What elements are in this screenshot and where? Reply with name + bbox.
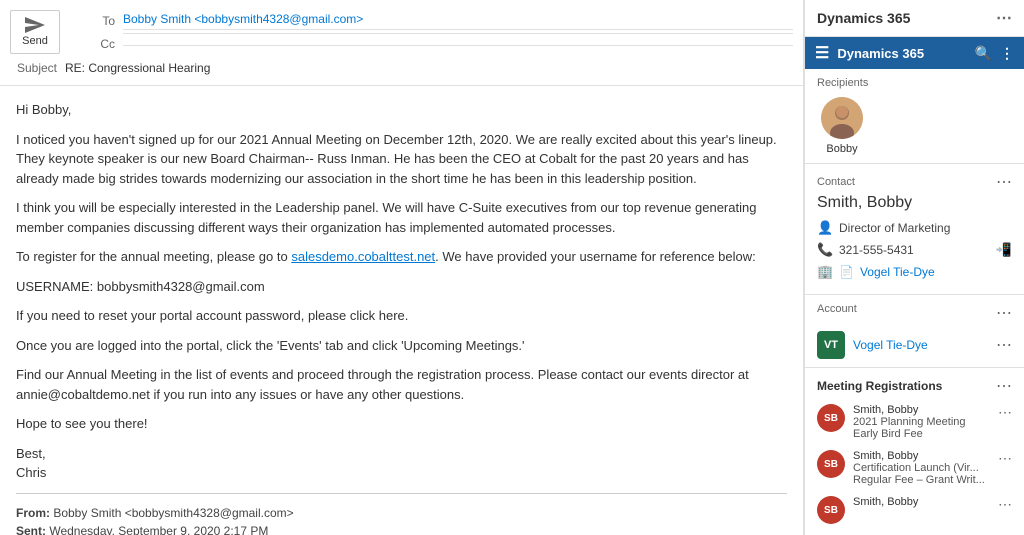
phone-call-icon[interactable]: 📲 xyxy=(996,242,1012,258)
subject-row: Subject RE: Congressional Hearing xyxy=(10,57,793,79)
meta-sent: Sent: Wednesday, September 9, 2020 2:17 … xyxy=(16,522,787,535)
cc-label: Cc xyxy=(68,37,123,51)
meeting-info-1: Smith, Bobby 2021 Planning Meeting Early… xyxy=(853,404,990,440)
meeting-fee-1: Early Bird Fee xyxy=(853,428,990,440)
register-link[interactable]: salesdemo.cobalttest.net xyxy=(291,249,435,264)
account-section: Account ⋯ VT Vogel Tie-Dye ⋯ xyxy=(805,295,1024,368)
email-meta: From: Bobby Smith <bobbysmith4328@gmail.… xyxy=(16,504,787,535)
contact-company-link[interactable]: Vogel Tie-Dye xyxy=(860,265,935,279)
company-icon: 🏢 xyxy=(817,264,833,280)
meetings-section: Meeting Registrations ⋯ SB Smith, Bobby … xyxy=(805,368,1024,535)
subject-field[interactable]: RE: Congressional Hearing xyxy=(65,61,793,75)
account-more-icon[interactable]: ⋯ xyxy=(996,303,1012,323)
body-para-1: I noticed you haven't signed up for our … xyxy=(16,130,787,189)
meeting-more-icon-1[interactable]: ⋯ xyxy=(998,404,1012,421)
company-doc-icon: 📄 xyxy=(839,265,854,279)
meeting-name-3: Smith, Bobby xyxy=(853,496,990,508)
to-label: To xyxy=(68,14,123,28)
send-label: Send xyxy=(22,35,48,47)
meetings-header: Meeting Registrations ⋯ xyxy=(817,376,1012,396)
meeting-detail-2: Certification Launch (Vir... xyxy=(853,462,990,474)
meta-sent-label: Sent: xyxy=(16,524,46,535)
cc-row: Cc xyxy=(68,34,793,54)
recipient-avatar: Bobby xyxy=(817,97,867,155)
meeting-name-1: Smith, Bobby xyxy=(853,404,990,416)
meeting-avatar-2: SB xyxy=(817,450,845,478)
body-para-2: I think you will be especially intereste… xyxy=(16,198,787,237)
meeting-fee-2: Regular Fee – Grant Writ... xyxy=(853,474,990,486)
meeting-name-2: Smith, Bobby xyxy=(853,450,990,462)
body-portal: Once you are logged into the portal, cli… xyxy=(16,336,787,356)
contact-company-row: 🏢 📄 Vogel Tie-Dye xyxy=(817,264,1012,280)
send-button[interactable]: Send xyxy=(10,10,60,54)
close-icon[interactable]: ⋯ xyxy=(996,8,1012,28)
body-reset: If you need to reset your portal account… xyxy=(16,306,787,326)
account-avatar: VT xyxy=(817,331,845,359)
account-item-more-icon[interactable]: ⋯ xyxy=(996,335,1012,355)
phone-icon: 📞 xyxy=(817,242,833,258)
meeting-avatar-3: SB xyxy=(817,496,845,524)
contact-more-icon[interactable]: ⋯ xyxy=(996,172,1012,192)
hamburger-icon[interactable]: ☰ xyxy=(815,43,829,63)
person-icon: 👤 xyxy=(817,220,833,236)
meeting-item-2: SB Smith, Bobby Certification Launch (Vi… xyxy=(817,450,1012,486)
avatar-image xyxy=(821,97,863,139)
meeting-info-3: Smith, Bobby xyxy=(853,496,990,508)
recipients-section: Recipients Bobby xyxy=(805,69,1024,164)
contact-title: Director of Marketing xyxy=(839,221,950,235)
contact-title-row: 👤 Director of Marketing xyxy=(817,220,1012,236)
meetings-title: Meeting Registrations xyxy=(817,379,942,393)
contact-header: Contact ⋯ xyxy=(817,172,1012,192)
nav-more-icon[interactable]: ⋮ xyxy=(1000,45,1014,62)
email-body: Hi Bobby, I noticed you haven't signed u… xyxy=(0,86,803,535)
to-cc-wrapper: To Bobby Smith <bobbysmith4328@gmail.com… xyxy=(68,9,793,54)
to-field[interactable]: Bobby Smith <bobbysmith4328@gmail.com> xyxy=(123,12,793,30)
sidebar: Dynamics 365 ⋯ ☰ Dynamics 365 🔍 ⋮ Recipi… xyxy=(804,0,1024,535)
contact-label: Contact xyxy=(817,176,855,188)
phone-left: 📞 321-555-5431 xyxy=(817,242,914,258)
meeting-item-1: SB Smith, Bobby 2021 Planning Meeting Ea… xyxy=(817,404,1012,440)
contact-phone-row: 📞 321-555-5431 📲 xyxy=(817,242,1012,258)
meeting-more-icon-2[interactable]: ⋯ xyxy=(998,450,1012,467)
body-sign: Best,Chris xyxy=(16,444,787,483)
cc-field[interactable] xyxy=(123,42,793,46)
sidebar-title: Dynamics 365 xyxy=(817,10,910,26)
nav-search-icon[interactable]: 🔍 xyxy=(975,45,992,62)
sidebar-title-bar: Dynamics 365 ⋯ xyxy=(805,0,1024,37)
meeting-more-icon-3[interactable]: ⋯ xyxy=(998,496,1012,513)
email-pane: Send To Bobby Smith <bobbysmith4328@gmai… xyxy=(0,0,804,535)
meeting-item-3: SB Smith, Bobby ⋯ xyxy=(817,496,1012,524)
meta-from-label: From: xyxy=(16,506,50,520)
body-hope: Hope to see you there! xyxy=(16,414,787,434)
account-name[interactable]: Vogel Tie-Dye xyxy=(853,338,928,352)
contact-phone: 321-555-5431 xyxy=(839,243,914,257)
account-item: VT Vogel Tie-Dye ⋯ xyxy=(817,331,1012,359)
meta-from: From: Bobby Smith <bobbysmith4328@gmail.… xyxy=(16,504,787,522)
body-greeting: Hi Bobby, xyxy=(16,100,787,120)
meetings-more-icon[interactable]: ⋯ xyxy=(996,376,1012,396)
recipients-label: Recipients xyxy=(817,77,1012,89)
nav-title: Dynamics 365 xyxy=(837,46,966,61)
sidebar-nav: ☰ Dynamics 365 🔍 ⋮ xyxy=(805,37,1024,69)
send-row: Send To Bobby Smith <bobbysmith4328@gmai… xyxy=(10,6,793,57)
account-label: Account xyxy=(817,303,857,315)
contact-section: Contact ⋯ Smith, Bobby 👤 Director of Mar… xyxy=(805,164,1024,295)
body-para-3: To register for the annual meeting, plea… xyxy=(16,247,787,267)
body-contact: Find our Annual Meeting in the list of e… xyxy=(16,365,787,404)
meeting-detail-1: 2021 Planning Meeting xyxy=(853,416,990,428)
meeting-info-2: Smith, Bobby Certification Launch (Vir..… xyxy=(853,450,990,486)
meeting-avatar-1: SB xyxy=(817,404,845,432)
subject-label: Subject xyxy=(10,61,65,75)
recipient-name: Bobby xyxy=(826,143,857,155)
body-username: USERNAME: bobbysmith4328@gmail.com xyxy=(16,277,787,297)
to-row: To Bobby Smith <bobbysmith4328@gmail.com… xyxy=(68,9,793,33)
email-divider xyxy=(16,493,787,494)
account-header: Account ⋯ xyxy=(817,303,1012,323)
contact-name: Smith, Bobby xyxy=(817,194,1012,212)
email-header: Send To Bobby Smith <bobbysmith4328@gmai… xyxy=(0,0,803,86)
